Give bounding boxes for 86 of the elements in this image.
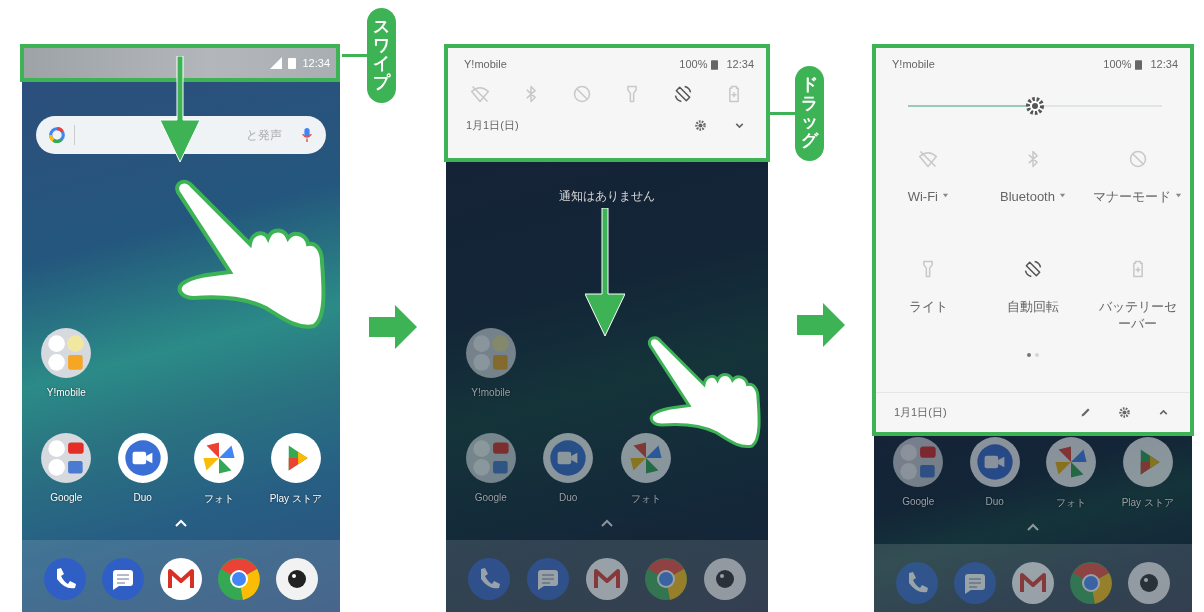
- pinwheel-icon[interactable]: [1045, 436, 1098, 488]
- clock-text: 12:34: [1150, 58, 1178, 70]
- leader-line: [342, 53, 367, 57]
- down-arrow-icon: [585, 208, 625, 336]
- app-label: Duo: [985, 496, 1004, 507]
- clock-text: 12:34: [302, 57, 330, 69]
- mail-icon[interactable]: [585, 557, 629, 601]
- notification-message: 通知はありません: [558, 188, 656, 205]
- battery-icon: [1135, 58, 1143, 70]
- battery-icon: [288, 57, 297, 69]
- caret-icon[interactable]: [1175, 192, 1183, 199]
- video-call-icon[interactable]: [542, 432, 595, 484]
- chevron-up-icon[interactable]: [1026, 523, 1040, 531]
- brightness-thumb-icon[interactable]: [1025, 96, 1045, 116]
- carrier-text: Y!mobile: [892, 58, 935, 70]
- tile-label: バッテリーセーバー: [1097, 299, 1178, 333]
- date-text: 1月1日(日): [894, 405, 947, 420]
- pencil-icon[interactable]: [1079, 406, 1092, 419]
- video-call-icon[interactable]: [968, 436, 1021, 488]
- folder-icon[interactable]: [40, 432, 93, 484]
- caret-icon[interactable]: [1058, 192, 1066, 199]
- message-icon[interactable]: [101, 557, 145, 601]
- folder-icon[interactable]: [464, 432, 517, 484]
- app-label: フォト: [630, 492, 661, 506]
- gesture-label: スワイプ: [367, 8, 396, 103]
- mail-icon[interactable]: [159, 557, 203, 601]
- app-label: Play ストア: [1121, 496, 1174, 510]
- phone-icon[interactable]: [895, 561, 939, 605]
- search-placeholder: と発声: [246, 126, 282, 144]
- app-label: Play ストア: [269, 492, 322, 506]
- phone-icon[interactable]: [467, 557, 512, 601]
- browser-icon[interactable]: [1069, 561, 1113, 605]
- notification-shade[interactable]: Y!mobile 100% 12:34 1月1日(日): [448, 48, 766, 158]
- app-label: Y!mobile: [46, 387, 86, 398]
- message-icon[interactable]: [953, 561, 997, 605]
- logo-icon: [48, 126, 66, 144]
- browser-icon[interactable]: [643, 557, 688, 601]
- settings-icon[interactable]: [694, 119, 707, 132]
- caret-icon[interactable]: [942, 192, 949, 199]
- battery-icon: [711, 58, 719, 70]
- status-bar[interactable]: 12:34: [24, 48, 336, 78]
- play-icon[interactable]: [269, 432, 322, 484]
- app-label: フォト: [204, 492, 235, 506]
- date-text: 1月1日(日): [466, 118, 519, 133]
- carrier-text: Y!mobile: [464, 58, 507, 70]
- right-arrow-icon: [369, 304, 417, 349]
- tile-label: Bluetooth: [1000, 189, 1055, 206]
- page-dot[interactable]: [1035, 353, 1039, 357]
- chevron-up-icon[interactable]: [174, 519, 188, 527]
- tile-label: 自動回転: [1007, 299, 1059, 316]
- browser-icon[interactable]: [217, 557, 261, 601]
- app-label: Duo: [559, 492, 578, 503]
- app-label: フォト: [1056, 496, 1087, 510]
- app-label: Duo: [133, 492, 152, 503]
- microphone-icon[interactable]: [300, 127, 314, 143]
- camera-icon[interactable]: [275, 557, 319, 601]
- pinwheel-icon[interactable]: [619, 432, 672, 484]
- app-label: Google: [474, 492, 507, 503]
- message-icon[interactable]: [526, 557, 571, 601]
- video-call-icon[interactable]: [116, 432, 169, 484]
- clock-text: 12:34: [726, 58, 754, 70]
- phone-icon[interactable]: [43, 557, 87, 601]
- battery-percent: 100%: [1103, 58, 1132, 70]
- play-icon[interactable]: [1121, 436, 1174, 488]
- folder-icon[interactable]: [892, 436, 945, 488]
- right-arrow-icon: [797, 302, 845, 347]
- rotate-icon[interactable]: [1023, 259, 1043, 279]
- app-label: Google: [902, 496, 935, 507]
- folder-icon[interactable]: [464, 327, 517, 379]
- battery-percent: 100%: [679, 58, 708, 70]
- search-bar[interactable]: と発声: [36, 116, 326, 154]
- signal-icon: [270, 57, 283, 69]
- rotate-icon[interactable]: [673, 84, 694, 104]
- brightness-slider[interactable]: [908, 96, 1162, 116]
- app-label: Y!mobile: [471, 387, 511, 398]
- chevron-up-icon[interactable]: [600, 519, 614, 527]
- app-label: Google: [50, 492, 83, 503]
- tile-label: ライト: [908, 299, 948, 316]
- tile-label: マナーモード: [1093, 189, 1172, 206]
- folder-icon[interactable]: [40, 327, 93, 379]
- page-dot[interactable]: [1027, 353, 1031, 357]
- settings-icon[interactable]: [1118, 406, 1131, 419]
- tile-label: Wi-Fi: [907, 189, 938, 206]
- mail-icon[interactable]: [1011, 561, 1055, 605]
- pinwheel-icon[interactable]: [193, 432, 246, 484]
- gesture-label: ドラッグ: [795, 66, 824, 161]
